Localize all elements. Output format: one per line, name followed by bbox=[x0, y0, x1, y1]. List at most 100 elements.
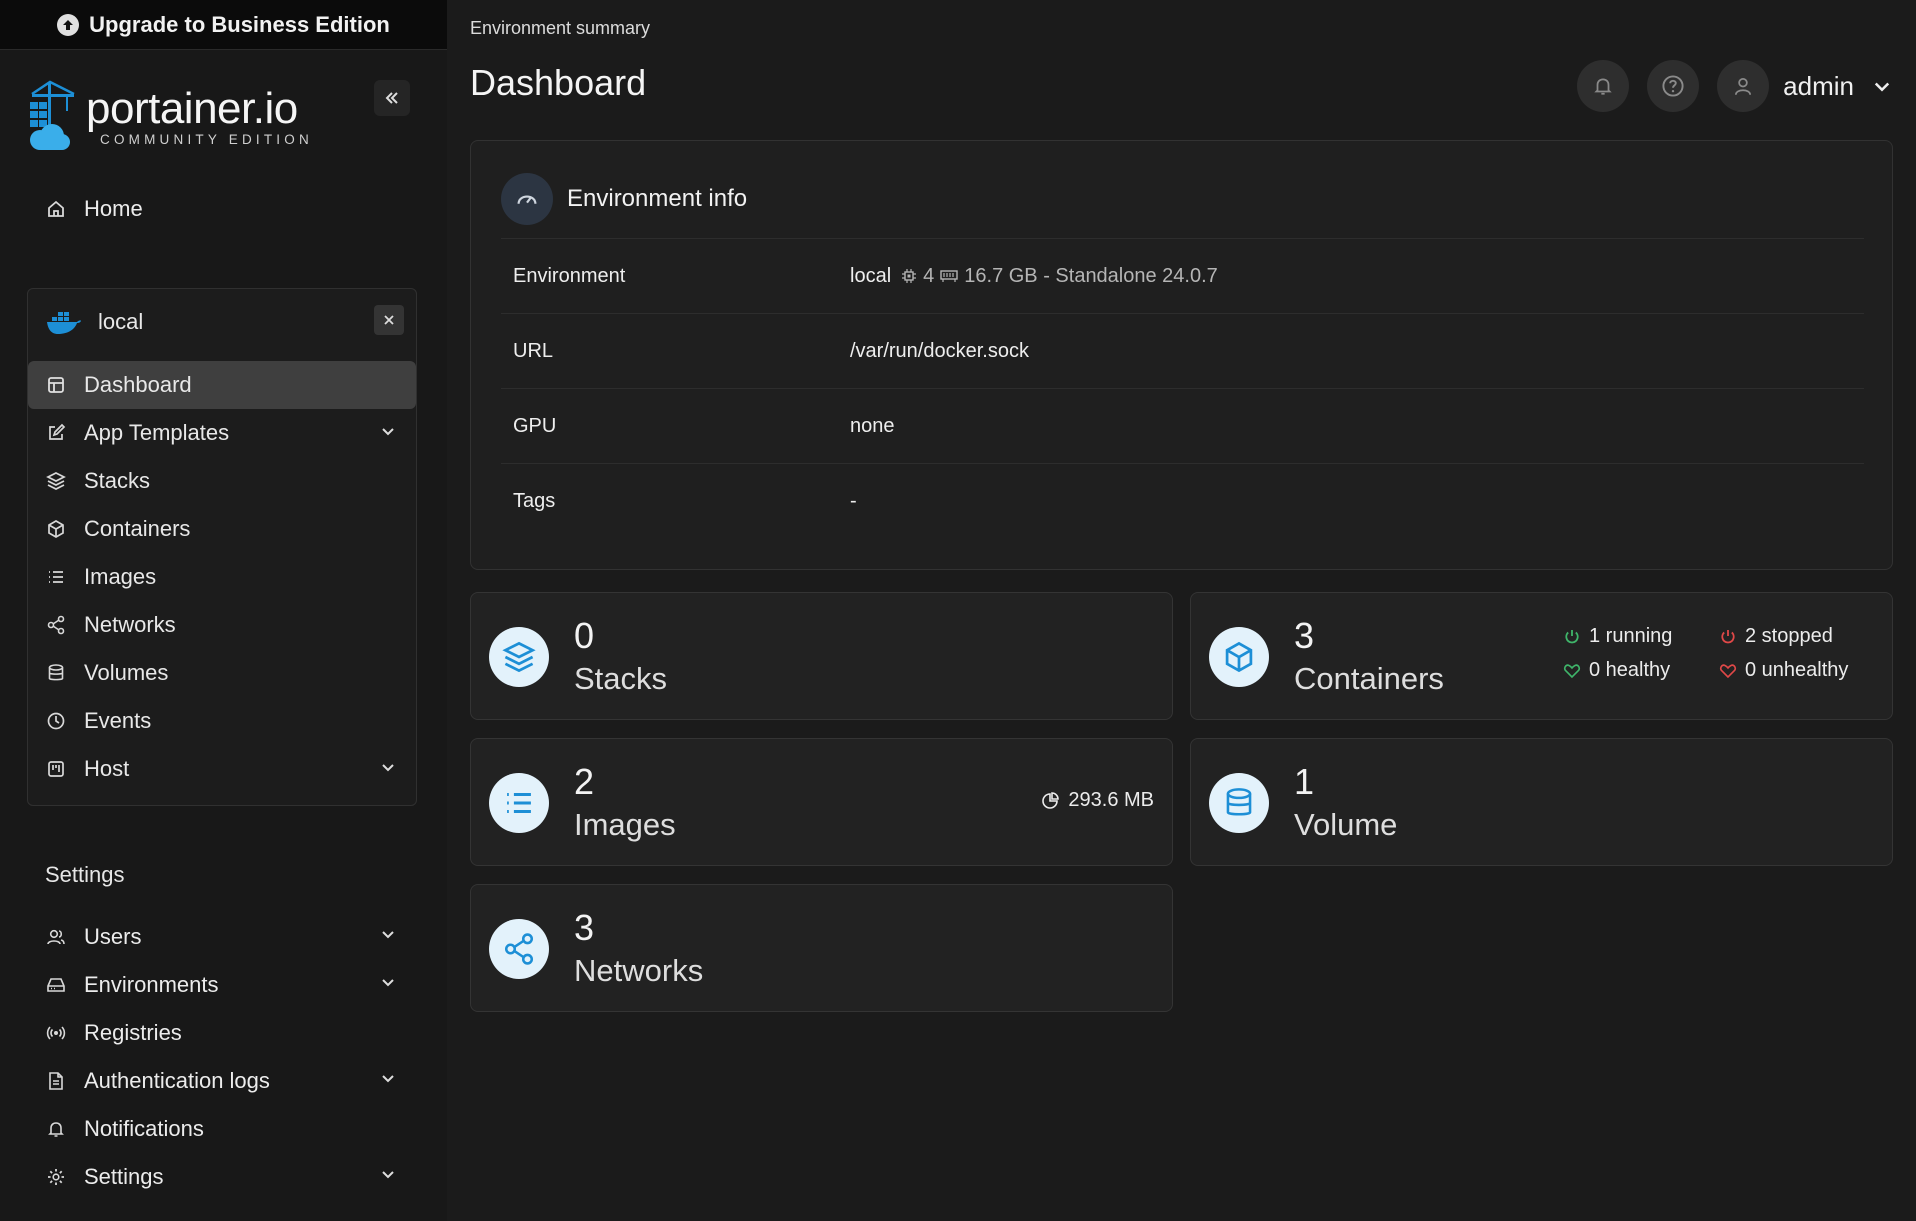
docker-icon bbox=[47, 312, 81, 334]
sidebar-item-containers[interactable]: Containers bbox=[28, 505, 416, 553]
chevron-down-icon bbox=[382, 1075, 394, 1083]
sidebar-item-label: Volumes bbox=[84, 660, 169, 685]
memory-details: 16.7 GB - Standalone 24.0.7 bbox=[964, 264, 1218, 287]
running-stat: 1 running bbox=[1563, 625, 1672, 648]
home-icon bbox=[28, 199, 84, 219]
power-icon bbox=[1565, 629, 1579, 643]
environment-info-panel: Environment info Environment local 4 16.… bbox=[470, 140, 1893, 570]
portainer-crane-icon bbox=[30, 80, 75, 150]
images-card[interactable]: 2 Images 293.6 MB bbox=[470, 738, 1173, 866]
info-key: URL bbox=[513, 339, 554, 362]
brand-edition: COMMUNITY EDITION bbox=[100, 132, 313, 147]
sidebar: Upgrade to Business Edition portainer.io… bbox=[0, 0, 447, 1221]
networks-count: 3 bbox=[574, 907, 595, 948]
cpu-icon bbox=[902, 269, 917, 283]
volumes-label: Volume bbox=[1294, 807, 1398, 842]
bell-icon bbox=[28, 1119, 84, 1139]
sidebar-item-label: Stacks bbox=[84, 468, 151, 493]
unhealthy-count: 0 unhealthy bbox=[1745, 659, 1849, 681]
volumes-count: 1 bbox=[1294, 761, 1315, 802]
sidebar-item-images[interactable]: Images bbox=[28, 553, 416, 601]
sidebar-item-networks[interactable]: Networks bbox=[28, 601, 416, 649]
user-avatar[interactable] bbox=[1717, 60, 1770, 112]
environment-name: local bbox=[98, 309, 144, 334]
sidebar-item-home[interactable]: Home bbox=[28, 186, 416, 232]
share-icon bbox=[28, 615, 84, 635]
stacks-label: Stacks bbox=[574, 661, 668, 696]
header-actions: admin bbox=[1577, 60, 1892, 112]
help-circle-icon bbox=[1662, 75, 1684, 97]
sidebar-item-dashboard[interactable]: Dashboard bbox=[28, 361, 416, 409]
stacks-card[interactable]: 0 Stacks bbox=[470, 592, 1173, 720]
info-row-gpu: GPU none bbox=[501, 388, 1864, 463]
sidebar-item-host[interactable]: Host bbox=[28, 745, 416, 793]
chevron-down-icon bbox=[382, 1171, 394, 1179]
pie-chart-icon bbox=[1042, 791, 1060, 809]
power-icon bbox=[1721, 629, 1735, 643]
running-count: 1 running bbox=[1589, 625, 1673, 647]
sidebar-item-volumes[interactable]: Volumes bbox=[28, 649, 416, 697]
sidebar-item-authentication-logs[interactable]: Authentication logs bbox=[28, 1058, 416, 1104]
database-icon bbox=[1209, 773, 1269, 833]
networks-card[interactable]: 3 Networks bbox=[470, 884, 1173, 1012]
environment-info-title: Environment info bbox=[567, 185, 748, 212]
sidebar-item-registries[interactable]: Registries bbox=[28, 1010, 416, 1056]
images-label: Images bbox=[574, 807, 676, 842]
notifications-button[interactable] bbox=[1577, 60, 1630, 112]
upgrade-label: Upgrade to Business Edition bbox=[89, 11, 390, 37]
page-title: Dashboard bbox=[470, 62, 647, 103]
layers-icon bbox=[28, 471, 84, 491]
radio-icon bbox=[28, 1023, 84, 1043]
arrow-up-circle-icon bbox=[57, 13, 80, 36]
images-size-value: 293.6 MB bbox=[1068, 789, 1154, 811]
close-environment-button[interactable] bbox=[374, 305, 404, 335]
sidebar-item-label: Dashboard bbox=[84, 372, 192, 397]
database-icon bbox=[28, 663, 84, 683]
sidebar-item-label: Containers bbox=[84, 516, 191, 541]
info-row-environment: Environment local 4 16.7 GB - Standalone… bbox=[501, 238, 1864, 313]
sidebar-item-environments[interactable]: Environments bbox=[28, 962, 416, 1008]
box-icon bbox=[1209, 627, 1269, 687]
help-button[interactable] bbox=[1647, 60, 1700, 112]
networks-label: Networks bbox=[574, 953, 704, 988]
healthy-count: 0 healthy bbox=[1589, 659, 1671, 681]
sidebar-item-notifications[interactable]: Notifications bbox=[28, 1106, 416, 1152]
portainer-logo[interactable]: portainer.io COMMUNITY EDITION bbox=[26, 80, 326, 152]
user-menu-name[interactable]: admin bbox=[1783, 71, 1854, 102]
collapse-sidebar-button[interactable] bbox=[374, 80, 410, 116]
upgrade-banner[interactable]: Upgrade to Business Edition bbox=[0, 0, 447, 50]
containers-label: Containers bbox=[1294, 661, 1444, 696]
sidebar-item-users[interactable]: Users bbox=[28, 914, 416, 960]
dashboard-icon bbox=[28, 375, 84, 395]
environment-value: local bbox=[850, 264, 892, 287]
sidebar-item-app-templates[interactable]: App Templates bbox=[28, 409, 416, 457]
list-icon bbox=[28, 567, 84, 587]
gpu-value: none bbox=[850, 414, 895, 437]
sidebar-item-settings[interactable]: Settings bbox=[28, 1154, 416, 1200]
settings-section-title: Settings bbox=[45, 862, 125, 887]
tags-value: - bbox=[850, 489, 857, 512]
environment-info-header: Environment info bbox=[501, 173, 747, 225]
environment-resources: 4 16.7 GB - Standalone 24.0.7 bbox=[901, 265, 1218, 288]
drive-icon bbox=[28, 975, 84, 995]
sidebar-item-label: Settings bbox=[84, 1164, 164, 1189]
containers-card[interactable]: 3 Containers 1 running 2 stopped 0 healt… bbox=[1190, 592, 1893, 720]
box-icon bbox=[28, 519, 84, 539]
info-value: local 4 16.7 GB - Standalone 24.0.7 bbox=[850, 265, 1218, 288]
stopped-count: 2 stopped bbox=[1745, 625, 1833, 647]
sidebar-item-events[interactable]: Events bbox=[28, 697, 416, 745]
sidebar-item-stacks[interactable]: Stacks bbox=[28, 457, 416, 505]
chevron-down-icon bbox=[382, 979, 394, 987]
environment-panel: local Dashboard App Templates Stacks Con… bbox=[27, 288, 417, 806]
info-row-url: URL /var/run/docker.sock bbox=[501, 313, 1864, 388]
sidebar-item-label: Images bbox=[84, 564, 157, 589]
sidebar-item-label: Home bbox=[84, 196, 143, 221]
memory-icon bbox=[940, 270, 958, 282]
cpu-count: 4 bbox=[923, 264, 935, 287]
breadcrumb: Environment summary bbox=[470, 18, 651, 38]
volumes-card[interactable]: 1 Volume bbox=[1190, 738, 1893, 866]
chevron-down-icon[interactable] bbox=[1872, 76, 1892, 96]
info-key: Environment bbox=[513, 264, 626, 287]
stacks-count: 0 bbox=[574, 615, 595, 656]
brand-name: portainer.io bbox=[86, 84, 298, 133]
